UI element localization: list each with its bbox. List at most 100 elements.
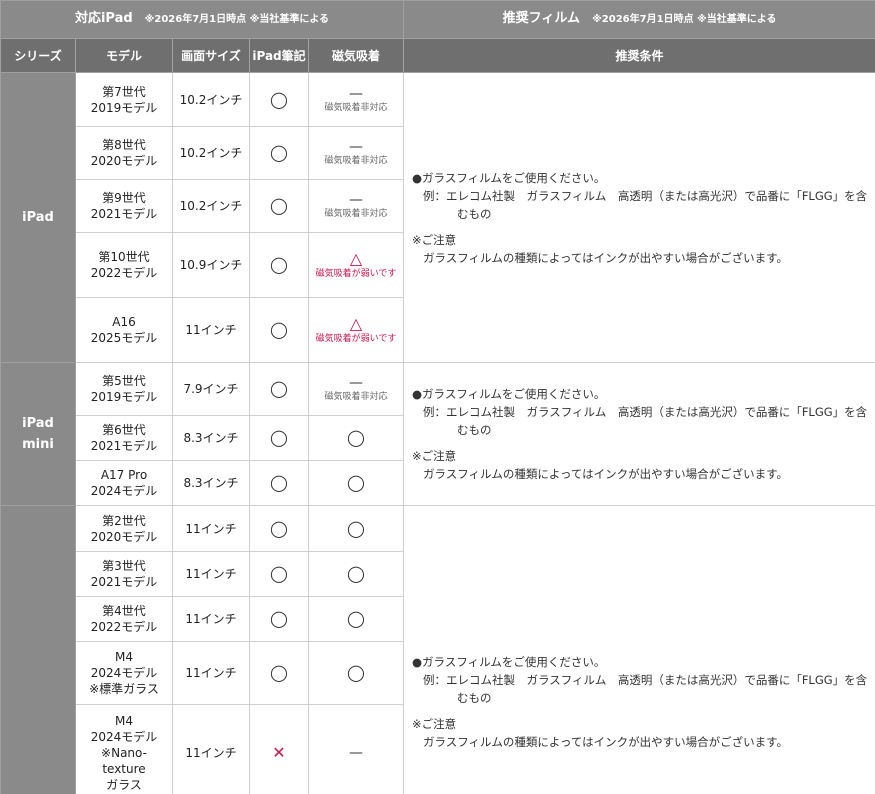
pencil-ok-mark: ◯ (249, 362, 309, 416)
magnet-dash-mark: — (349, 139, 363, 155)
col-series: シリーズ (0, 38, 76, 73)
magnet-dash-mark: — (307, 704, 405, 794)
condition-example: 例：エレコム社製 ガラスフィルム 高透明（または高光沢）で品番に「FLGG」を含 (423, 673, 868, 687)
condition-line: ●ガラスフィルムをご使用ください。 (412, 170, 606, 185)
size-cell: 11インチ (172, 704, 250, 794)
condition-example: 例：エレコム社製 ガラスフィルム 高透明（または高光沢）で品番に「FLGG」を含 (423, 188, 868, 203)
magnet-cell: — 磁気吸着非対応 (307, 362, 405, 416)
table-row: 第2世代 2020モデル 11インチ ◯ ◯ ●ガラスフィルムをご使用ください。 … (0, 505, 875, 794)
magnet-weak-note: 磁気吸着が弱いです (315, 269, 397, 279)
series-label: iPad (22, 210, 54, 225)
magnet-cell: △ 磁気吸着が弱いです (307, 232, 405, 298)
model-cell: M4 2024モデル ※Nano-texture ガラス (75, 704, 173, 794)
condition-caution-title: ※ご注意 (412, 449, 457, 463)
ipad-compatibility-table: 対応iPad ※2026年7月1日時点 ※当社基準による 推奨フィルム ※2026年… (0, 0, 875, 794)
model-line: 2024モデル (90, 729, 158, 744)
pencil-ok-mark: ◯ (249, 179, 309, 233)
size-cell: 11インチ (172, 641, 250, 705)
series-cell (0, 505, 76, 794)
size-cell: 8.3インチ (172, 415, 250, 461)
compatibility-table-container: 対応iPad ※2026年7月1日時点 ※当社基準による 推奨フィルム ※2026年… (0, 0, 875, 794)
size-cell: 11インチ (172, 551, 250, 597)
condition-example-cont: むもの (457, 691, 492, 705)
pencil-ok-mark: ◯ (249, 72, 309, 127)
model-line: 2021モデル (90, 575, 158, 589)
magnet-ok-mark: ◯ (307, 641, 405, 705)
series-cell-ipad: iPad (0, 72, 76, 363)
recommended-film-title: 推奨フィルム (502, 11, 581, 26)
model-line: 第2世代 (102, 513, 146, 528)
model-line: 2022モデル (90, 620, 158, 634)
condition-line: ●ガラスフィルムをご使用ください。 (412, 655, 606, 669)
col-screen-size: 画面サイズ (172, 38, 250, 73)
model-line: 第5世代 (102, 374, 146, 388)
model-cell: 第3世代 2021モデル (75, 551, 173, 597)
size-cell: 11インチ (172, 596, 250, 642)
condition-example-cont: むもの (457, 206, 492, 221)
magnet-ok-mark: ◯ (307, 460, 405, 506)
model-line: 2025モデル (90, 331, 158, 345)
model-line: 2022モデル (90, 266, 158, 280)
pencil-ok-mark: ◯ (249, 641, 309, 705)
pencil-ok-mark: ◯ (249, 297, 309, 363)
model-cell: 第7世代 2019モデル (75, 72, 173, 127)
magnet-weak-note: 磁気吸着が弱いです (315, 334, 397, 344)
model-line: 第4世代 (102, 604, 146, 618)
condition-cell: ●ガラスフィルムをご使用ください。 例：エレコム社製 ガラスフィルム 高透明（ま… (403, 72, 875, 363)
table-row: iPad 第7世代 2019モデル 10.2インチ ◯ — 磁気吸着非対応 ●ガラス… (0, 72, 875, 363)
size-cell: 10.2インチ (172, 179, 250, 233)
compatible-ipad-header: 対応iPad ※2026年7月1日時点 ※当社基準による (0, 0, 405, 39)
model-line: 2021モデル (90, 439, 158, 453)
model-cell: M4 2024モデル ※標準ガラス (75, 641, 173, 705)
condition-caution-title: ※ご注意 (412, 717, 457, 731)
model-line: A16 (112, 315, 136, 329)
pencil-ok-mark: ◯ (249, 596, 309, 642)
magnet-cell: — 磁気吸着非対応 (307, 179, 405, 233)
pencil-ok-mark: ◯ (249, 126, 309, 180)
model-line: 第3世代 (102, 559, 146, 573)
size-cell: 11インチ (172, 505, 250, 552)
condition-caution-title: ※ご注意 (412, 232, 457, 247)
condition-cell: ●ガラスフィルムをご使用ください。 例：エレコム社製 ガラスフィルム 高透明（ま… (403, 362, 875, 506)
magnet-dash-mark: — (349, 375, 363, 391)
table-row: iPad mini 第5世代 2019モデル 7.9インチ ◯ — 磁気吸着非対応 ●… (0, 362, 875, 506)
model-cell: A17 Pro 2024モデル (75, 460, 173, 506)
model-cell: 第6世代 2021モデル (75, 415, 173, 461)
magnet-unsupported-note: 磁気吸着非対応 (324, 209, 388, 219)
condition-example-cont: むもの (457, 423, 492, 437)
model-cell: 第5世代 2019モデル (75, 362, 173, 416)
col-magnet: 磁気吸着 (307, 38, 405, 73)
model-line: M4 (115, 713, 133, 728)
size-cell: 7.9インチ (172, 362, 250, 416)
col-pencil: iPad筆記 (249, 38, 309, 73)
pencil-ok-mark: ◯ (249, 460, 309, 506)
model-cell: 第2世代 2020モデル (75, 505, 173, 552)
magnet-ok-mark: ◯ (307, 596, 405, 642)
model-line: ※標準ガラス (89, 682, 159, 696)
recommended-film-note: ※2026年7月1日時点 ※当社基準による (592, 14, 777, 25)
condition-caution-text: ガラスフィルムの種類によってはインクが出やすい場合がございます。 (423, 467, 789, 481)
model-line: 第6世代 (102, 423, 146, 437)
size-cell: 8.3インチ (172, 460, 250, 506)
compatible-ipad-note: ※2026年7月1日時点 ※当社基準による (144, 14, 330, 25)
model-line: 第10世代 (98, 250, 150, 264)
model-line: M4 (115, 650, 133, 664)
model-cell: 第9世代 2021モデル (75, 179, 173, 233)
model-line: 2024モデル (90, 484, 158, 498)
model-line: 2019モデル (90, 100, 158, 115)
compatible-ipad-title: 対応iPad (74, 11, 133, 26)
magnet-ok-mark: ◯ (307, 505, 405, 552)
pencil-ng-cross-mark: ✕ (249, 704, 309, 794)
magnet-dash-mark: — (349, 85, 363, 102)
model-cell: 第4世代 2022モデル (75, 596, 173, 642)
magnet-cell: — 磁気吸着非対応 (307, 72, 405, 127)
col-condition: 推奨条件 (403, 38, 875, 73)
condition-example: 例：エレコム社製 ガラスフィルム 高透明（または高光沢）で品番に「FLGG」を含 (423, 405, 868, 419)
series-label: mini (22, 437, 54, 452)
magnet-unsupported-note: 磁気吸着非対応 (324, 156, 388, 166)
series-cell-ipad-mini: iPad mini (0, 362, 76, 506)
model-line: 第9世代 (102, 191, 146, 205)
model-line: 第7世代 (102, 84, 146, 99)
size-cell: 11インチ (172, 297, 250, 363)
pencil-ok-mark: ◯ (249, 232, 309, 298)
